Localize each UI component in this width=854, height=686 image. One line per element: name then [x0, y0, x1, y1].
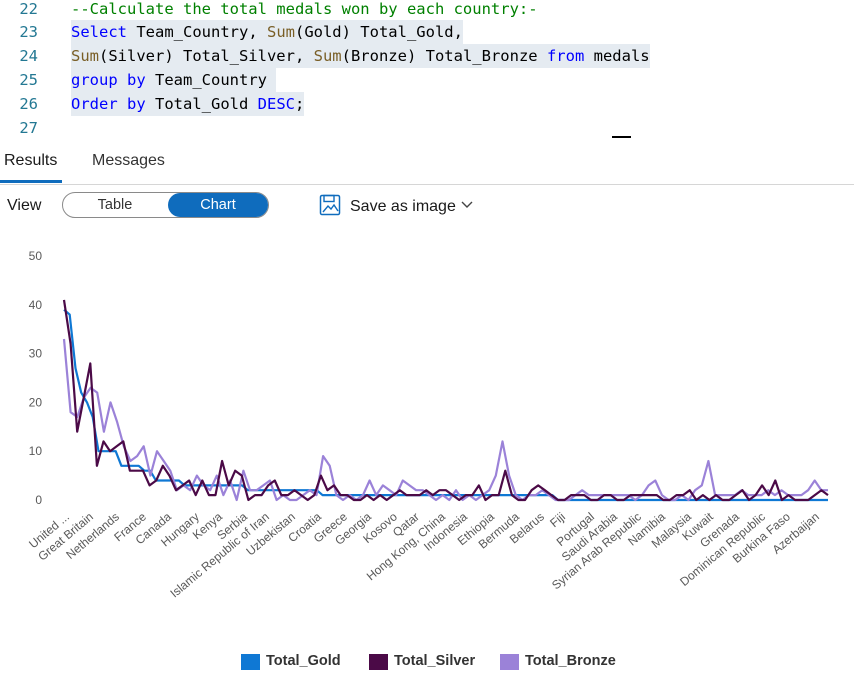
code-token: Select [71, 23, 127, 41]
legend-label: Total_Silver [394, 653, 476, 669]
line-number: 26 [19, 95, 38, 113]
code-text: Select Team_Country, Sum(Gold) Total_Gol… [71, 20, 463, 44]
line-number: 23 [19, 23, 38, 41]
y-tick-label: 10 [29, 444, 43, 458]
y-tick-label: 20 [29, 395, 43, 409]
query-editor[interactable]: 22 --Calculate the total medals won by ea… [0, 0, 854, 140]
y-tick-label: 30 [29, 347, 43, 361]
code-token: by [127, 95, 146, 113]
tab-messages[interactable]: Messages [92, 152, 165, 170]
code-text: --Calculate the total medals won by each… [71, 0, 538, 21]
code-text: Sum(Silver) Total_Silver, Sum(Bronze) To… [71, 44, 650, 68]
line-number: 25 [19, 71, 38, 89]
medals-line-chart: 01020304050United ...Great BritainNether… [26, 249, 829, 600]
x-tick-label: Fiji [547, 510, 568, 531]
code-text: Order by Total_Gold DESC; [71, 92, 305, 116]
code-token: DESC [257, 95, 295, 113]
series-line-total-silver [62, 299, 829, 502]
legend-label: Total_Bronze [525, 653, 616, 669]
code-token: ; [295, 95, 305, 113]
code-token: Team_Country, [127, 23, 267, 41]
code-token: Team_Country [145, 71, 277, 89]
code-token: group [71, 71, 118, 89]
code-text: group by Team_Country [71, 68, 277, 92]
results-tab-bar: Results Messages [0, 144, 854, 185]
code-token: Sum [313, 47, 342, 65]
save-image-icon [319, 194, 341, 216]
code-token: from [546, 47, 585, 65]
line-number: 24 [19, 47, 38, 65]
table-view-button[interactable]: Table [63, 193, 167, 217]
chevron-down-icon [461, 201, 473, 208]
view-toggle: Table Chart [62, 192, 269, 218]
series-line-total-bronze [62, 338, 828, 502]
legend-swatch [369, 654, 388, 670]
code-token: Total_Gold [145, 95, 258, 113]
code-token: Order [71, 95, 118, 113]
code-line: 24 Sum(Silver) Total_Silver, Sum(Bronze) … [0, 44, 854, 68]
code-line: 22 --Calculate the total medals won by ea… [0, 0, 854, 21]
code-token: by [127, 71, 146, 89]
code-token: Sum [71, 47, 99, 65]
save-as-image-label: Save as image [350, 198, 456, 215]
code-line: 25 group by Team_Country [0, 68, 854, 92]
chart-view-button[interactable]: Chart [168, 193, 268, 217]
code-token: medals [584, 47, 650, 65]
legend-label: Total_Gold [266, 653, 341, 669]
y-tick-label: 50 [29, 249, 43, 263]
active-tab-indicator [0, 180, 62, 183]
code-line: 26 Order by Total_Gold DESC; [0, 92, 854, 116]
legend-swatch [500, 654, 519, 670]
y-tick-label: 0 [35, 493, 42, 507]
tab-results[interactable]: Results [4, 152, 57, 170]
line-number: 22 [19, 0, 38, 18]
view-label: View [7, 197, 42, 214]
code-token: (Silver) Total_Silver, [99, 47, 314, 65]
legend-swatch [241, 654, 260, 670]
line-number: 27 [19, 119, 38, 137]
code-token: (Gold) Total_Gold, [294, 23, 463, 41]
code-token: (Bronze) Total_Bronze [341, 47, 547, 65]
code-line: 27 [0, 116, 854, 140]
code-line: 23 Select Team_Country, Sum(Gold) Total_G… [0, 20, 854, 44]
series-line-total-gold [63, 308, 828, 502]
code-token: --Calculate the total medals won by each… [71, 0, 538, 18]
code-token: Sum [266, 23, 295, 41]
y-tick-label: 40 [29, 298, 43, 312]
text-cursor [612, 136, 631, 138]
